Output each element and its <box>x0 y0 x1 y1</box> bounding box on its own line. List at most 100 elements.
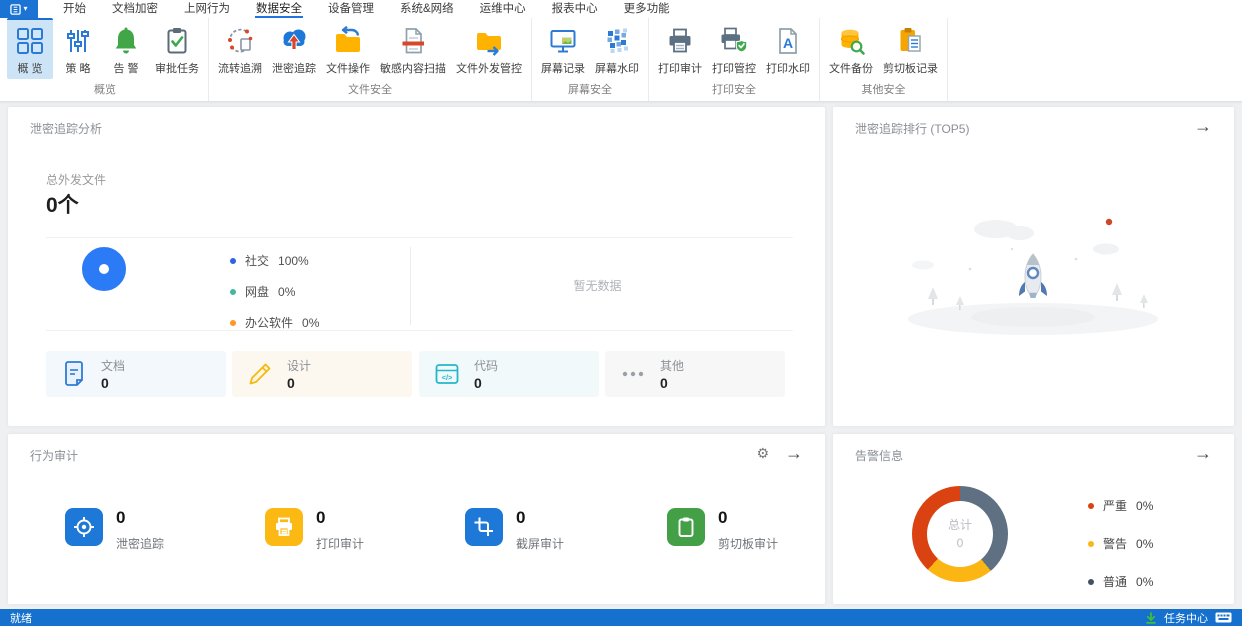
ellipsis-icon <box>620 361 646 387</box>
cloud-upload-icon <box>279 26 309 56</box>
stat-card-other[interactable]: 其他 0 <box>605 351 785 397</box>
ribbon-btn-sensitive-scan[interactable]: 敏感内容扫描 <box>376 18 450 79</box>
stat-card-document[interactable]: 文档 0 <box>46 351 226 397</box>
app-menu-button[interactable]: ▾ <box>0 0 38 18</box>
divider <box>46 330 793 331</box>
menu-tab-data-security[interactable]: 数据安全 <box>255 0 303 18</box>
screen-record-icon <box>548 26 578 56</box>
menu-tab-doc-encrypt[interactable]: 文档加密 <box>111 0 159 18</box>
legend-dot <box>1088 503 1094 509</box>
legend-item: 警告 0% <box>1088 535 1153 552</box>
legend-item: 社交 100% <box>230 252 319 269</box>
panel-title: 泄密追踪分析 <box>30 120 102 137</box>
ribbon-btn-approval-tasks[interactable]: 审批任务 <box>151 18 203 79</box>
alerts-chart-legend: 严重 0% 警告 0% 普通 0% <box>1088 497 1153 611</box>
divider <box>46 237 793 238</box>
ribbon-group-label: 概览 <box>7 79 203 102</box>
ribbon-group-print-security: 打印审计 打印管控 A <box>649 18 820 101</box>
panel-title: 泄密追踪排行 (TOP5) <box>855 120 969 137</box>
sliders-icon <box>63 26 93 56</box>
watermark-a-icon: A <box>773 26 803 56</box>
stat-card-design[interactable]: 设计 0 <box>232 351 412 397</box>
rocket-illustration <box>1019 254 1047 298</box>
database-backup-icon <box>836 26 866 56</box>
svg-text:A: A <box>783 35 793 51</box>
ribbon-btn-alert[interactable]: 告 警 <box>103 18 149 79</box>
ribbon-btn-file-ops[interactable]: 文件操作 <box>322 18 374 79</box>
panel-title: 告警信息 <box>855 447 903 464</box>
panel-behavior-audit: 行为审计 ⚙ → 0 泄密追踪 <box>8 434 825 604</box>
locate-icon <box>65 508 103 546</box>
ribbon-btn-policy[interactable]: 策 略 <box>55 18 101 79</box>
panel-alert-info: 告警信息 → 总计 0 严重 0% 警告 0% 普通 0% <box>833 434 1234 604</box>
printer-icon <box>665 26 695 56</box>
leak-chart-legend: 社交 100% 网盘 0% 办公软件 0% <box>230 252 319 345</box>
ribbon-btn-file-export-control[interactable]: 文件外发管控 <box>452 18 526 79</box>
no-data-text: 暂无数据 <box>410 277 785 294</box>
legend-dot <box>230 320 236 326</box>
alerts-donut-center: 总计 0 <box>912 486 1008 582</box>
menu-tab-web-behavior[interactable]: 上网行为 <box>183 0 231 18</box>
clipboard-check-icon <box>162 26 192 56</box>
gear-icon[interactable]: ⚙ <box>756 445 769 462</box>
app-logo-icon <box>10 4 21 15</box>
panel-leak-analysis: 泄密追踪分析 总外发文件 0个 社交 100% 网盘 0% 办公软件 0% 暂无… <box>8 107 825 426</box>
ribbon-btn-screen-watermark[interactable]: 屏幕水印 <box>591 18 643 79</box>
document-icon <box>61 361 87 387</box>
bell-icon <box>111 26 141 56</box>
menu-tab-report-center[interactable]: 报表中心 <box>551 0 599 18</box>
task-center-button[interactable]: 任务中心 <box>1164 610 1208 626</box>
ribbon-group-label: 文件安全 <box>214 79 526 102</box>
legend-item: 严重 0% <box>1088 497 1153 514</box>
ribbon-group-screen-security: 屏幕记录 屏幕水印 <box>532 18 649 101</box>
ribbon-group-overview: 概 览 策 略 <box>2 18 209 101</box>
ribbon-btn-file-backup[interactable]: 文件备份 <box>825 18 877 79</box>
ribbon-btn-print-watermark[interactable]: A 打印水印 <box>762 18 814 79</box>
pencil-icon <box>247 361 273 387</box>
menu-bar: ▾ 开始 文档加密 上网行为 数据安全 设备管理 系统&网络 运维中心 报表中心… <box>0 0 1242 18</box>
ribbon-btn-clipboard-record[interactable]: 剪切板记录 <box>879 18 942 79</box>
download-arrow-icon <box>1145 612 1157 624</box>
total-outgoing-label: 总外发文件 <box>46 171 106 188</box>
keyboard-icon[interactable] <box>1215 612 1232 623</box>
menu-tab-device-mgmt[interactable]: 设备管理 <box>327 0 375 18</box>
overview-grid-icon <box>15 26 45 56</box>
legend-dot <box>1088 541 1094 547</box>
status-ready-text: 就绪 <box>10 610 32 626</box>
pixel-watermark-icon <box>602 26 632 56</box>
arrow-right-icon[interactable]: → <box>1194 116 1212 137</box>
legend-item: 网盘 0% <box>230 283 319 300</box>
ribbon-group-file-security: 流转追溯 泄密追踪 文件操作 <box>209 18 532 101</box>
arrow-right-icon[interactable]: → <box>1194 443 1212 464</box>
ribbon-group-other-security: 文件备份 剪切板记录 其他安全 <box>820 18 948 101</box>
ribbon-btn-flow-trace[interactable]: 流转追溯 <box>214 18 266 79</box>
ribbon-btn-print-control[interactable]: 打印管控 <box>708 18 760 79</box>
folder-return-icon <box>333 26 363 56</box>
menu-tab-more[interactable]: 更多功能 <box>623 0 671 18</box>
app-window: ▾ 开始 文档加密 上网行为 数据安全 设备管理 系统&网络 运维中心 报表中心… <box>0 0 1242 626</box>
folder-export-icon <box>474 26 504 56</box>
clipboard-icon <box>667 508 705 546</box>
menu-tab-ops-center[interactable]: 运维中心 <box>479 0 527 18</box>
audit-item-print-audit[interactable]: 0 打印审计 <box>265 508 364 552</box>
legend-item: 普通 0% <box>1088 573 1153 590</box>
stat-card-code[interactable]: </> 代码 0 <box>419 351 599 397</box>
panel-title: 行为审计 <box>30 447 78 464</box>
panel-leak-rank: 泄密追踪排行 (TOP5) → <box>833 107 1234 426</box>
leak-donut-chart <box>82 247 126 291</box>
clipboard-record-icon <box>896 26 926 56</box>
menu-tab-start[interactable]: 开始 <box>62 0 87 18</box>
audit-item-clipboard-audit[interactable]: 0 剪切板审计 <box>667 508 778 552</box>
printer-shield-icon <box>719 26 749 56</box>
menu-tab-system-network[interactable]: 系统&网络 <box>399 0 455 18</box>
legend-item: 办公软件 0% <box>230 314 319 331</box>
ribbon-btn-screen-record[interactable]: 屏幕记录 <box>537 18 589 79</box>
ribbon-btn-overview[interactable]: 概 览 <box>7 18 53 79</box>
arrow-right-icon[interactable]: → <box>785 443 803 464</box>
audit-item-leak-trace[interactable]: 0 泄密追踪 <box>65 508 164 552</box>
ribbon-btn-print-audit[interactable]: 打印审计 <box>654 18 706 79</box>
audit-item-screenshot-audit[interactable]: 0 截屏审计 <box>465 508 564 552</box>
legend-dot <box>1088 579 1094 585</box>
ribbon-group-label: 屏幕安全 <box>537 79 643 102</box>
ribbon-btn-leak-trace[interactable]: 泄密追踪 <box>268 18 320 79</box>
